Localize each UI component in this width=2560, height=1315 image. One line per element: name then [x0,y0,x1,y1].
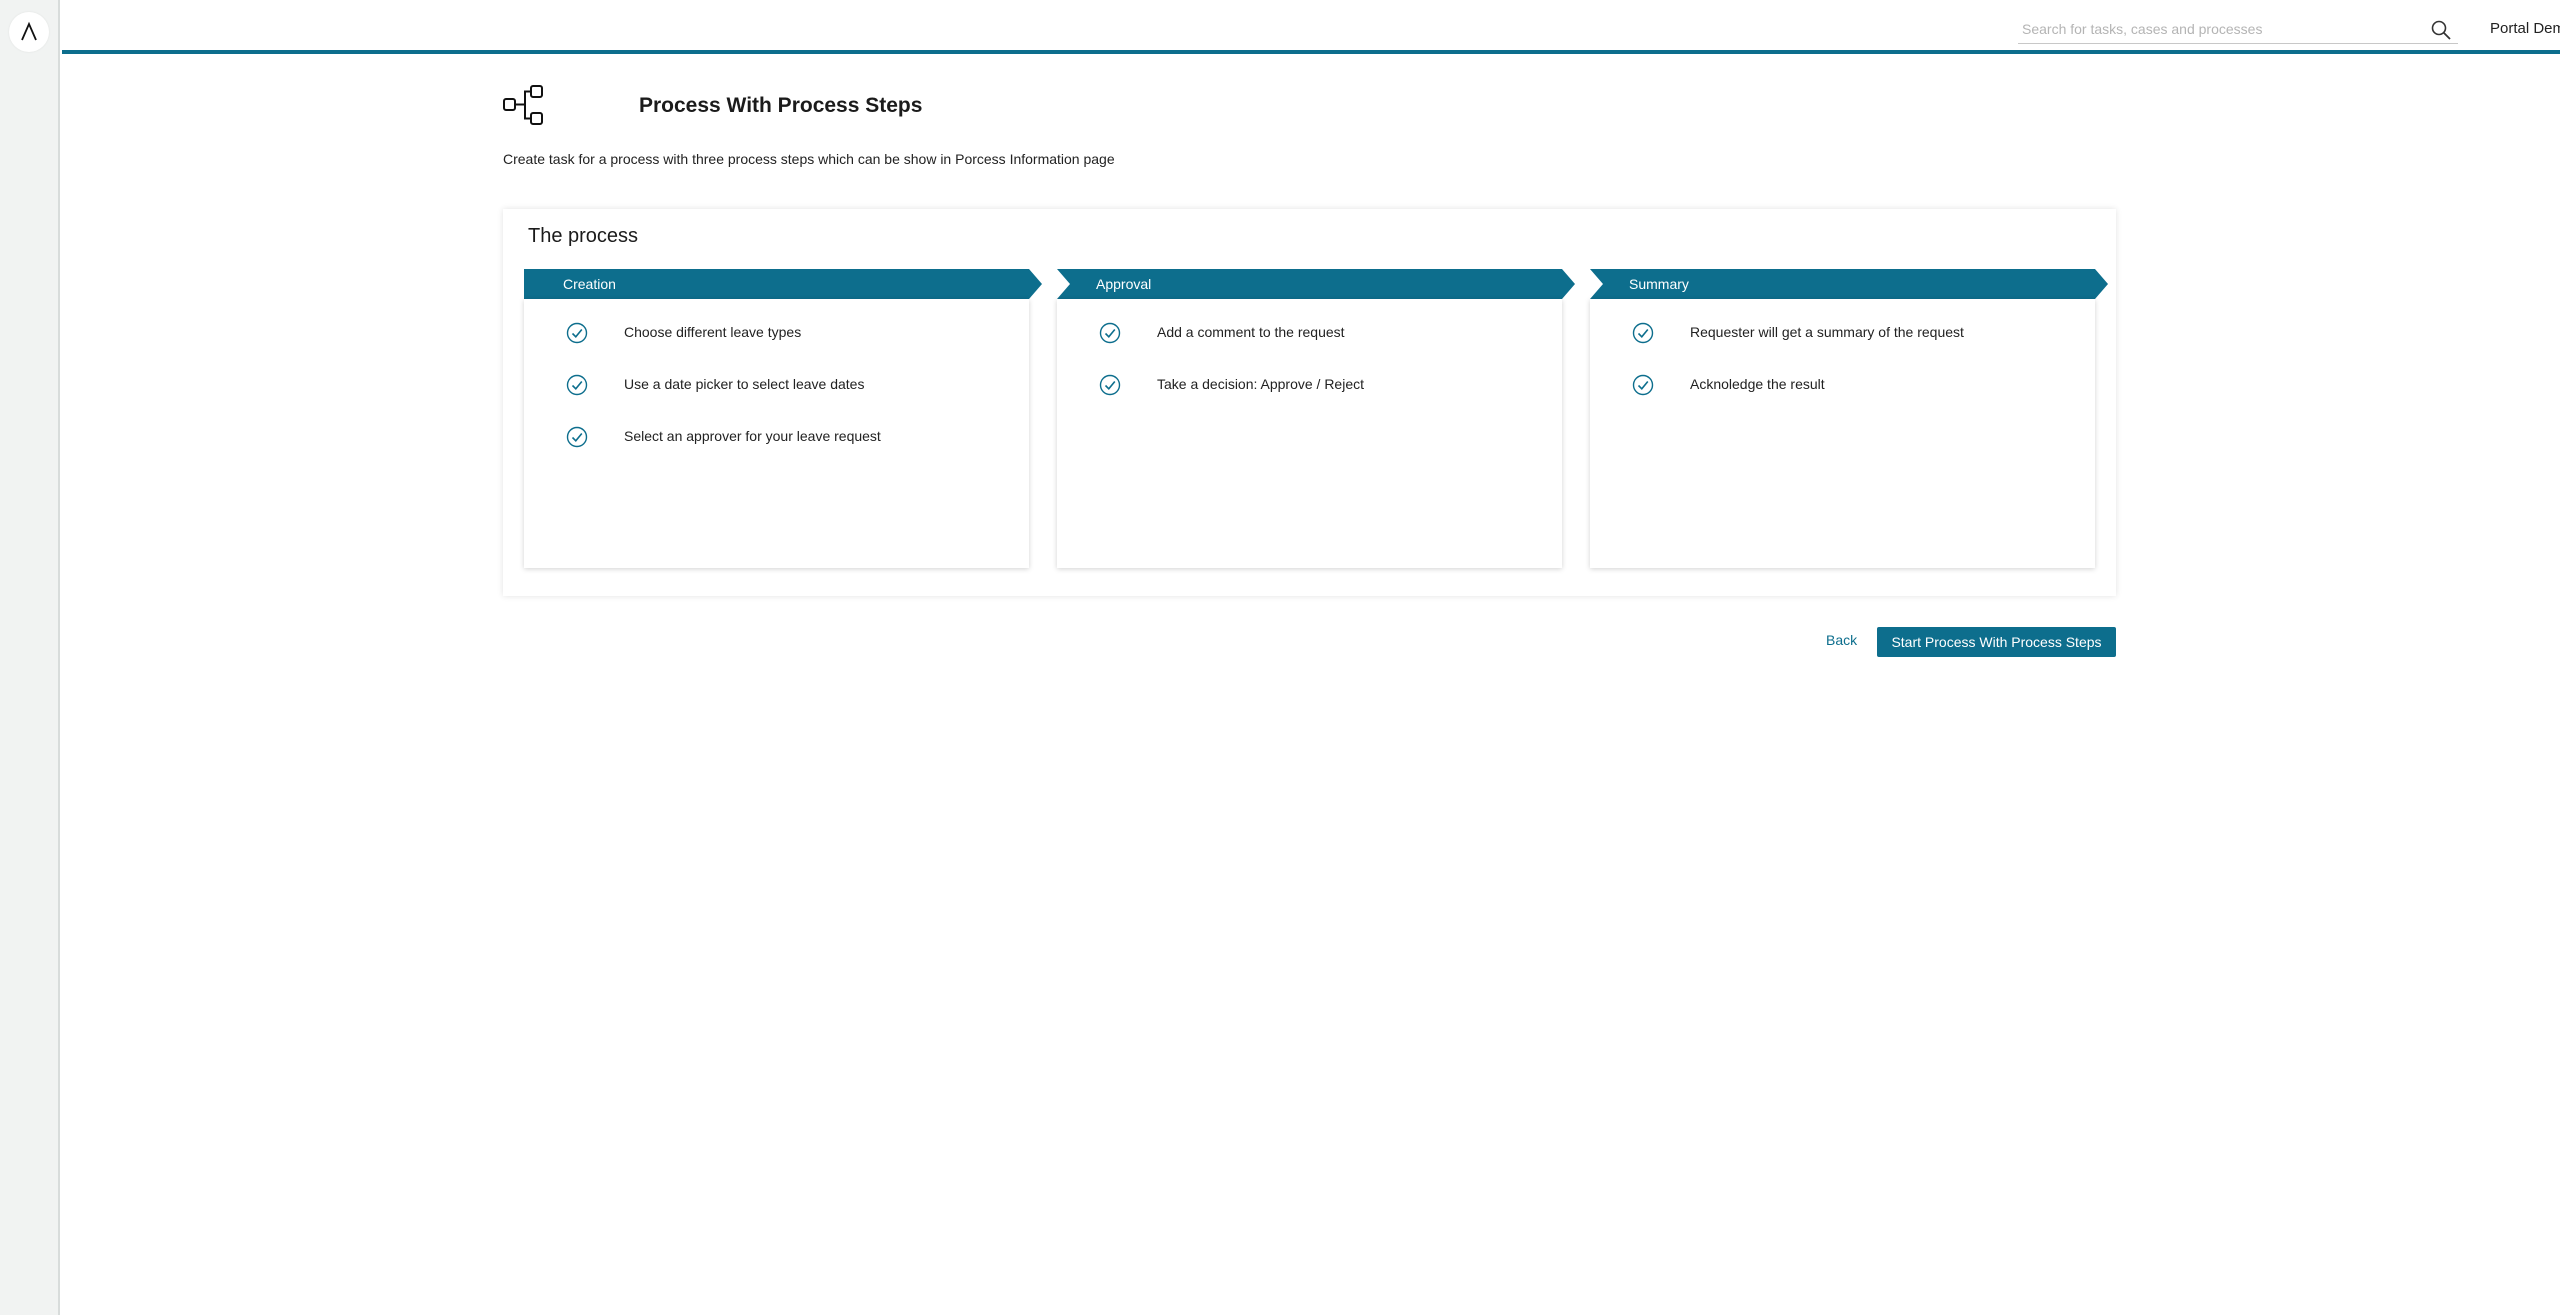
step-item-text: Choose different leave types [624,324,802,340]
logo[interactable] [9,12,49,52]
step-body: Choose different leave types Use a date … [524,299,1029,568]
step-item-text: Use a date picker to select leave dates [624,376,865,392]
step-item: Acknoledge the result [1590,369,2095,399]
step-banner: Creation [524,269,1042,299]
check-circle-icon [1099,374,1121,396]
step-label: Summary [1629,276,1689,292]
check-circle-icon [1632,322,1654,344]
step-item: Take a decision: Approve / Reject [1057,369,1562,399]
process-step-creation: Creation Choose different leave types Us… [524,269,1042,568]
search-box [2018,16,2458,44]
lambda-logo-icon [21,21,37,41]
step-item: Select an approver for your leave reques… [524,421,1029,451]
step-item: Add a comment to the request [1057,317,1562,347]
start-process-button[interactable]: Start Process With Process Steps [1877,627,2116,657]
check-circle-icon [566,374,588,396]
step-banner: Summary [1590,269,2108,299]
step-body: Add a comment to the request Take a deci… [1057,299,1562,568]
sidebar [0,0,60,1315]
check-circle-icon [566,322,588,344]
step-body: Requester will get a summary of the requ… [1590,299,2095,568]
step-item-text: Select an approver for your leave reques… [624,428,881,444]
check-circle-icon [1099,322,1121,344]
back-link[interactable]: Back [1826,632,1857,648]
user-menu[interactable]: Portal Demo User [2490,20,2560,37]
step-item-text: Requester will get a summary of the requ… [1690,324,1964,340]
process-step-summary: Summary Requester will get a summary of … [1590,269,2108,568]
check-circle-icon [1632,374,1654,396]
page-header: Process With Process Steps [503,84,2118,128]
process-card: The process Creation Choose different le… [503,209,2116,596]
check-circle-icon [566,426,588,448]
step-item: Requester will get a summary of the requ… [1590,317,2095,347]
step-banner: Approval [1057,269,1575,299]
step-label: Creation [563,276,616,292]
step-item: Choose different leave types [524,317,1029,347]
page-title: Process With Process Steps [639,94,923,117]
process-step-approval: Approval Add a comment to the request Ta… [1057,269,1575,568]
page-description: Create task for a process with three pro… [503,151,1115,167]
search-input[interactable] [2018,16,2408,42]
card-title: The process [528,225,639,247]
step-label: Approval [1096,276,1152,292]
step-item-text: Take a decision: Approve / Reject [1157,376,1365,392]
process-flow-icon [503,85,543,125]
step-item: Use a date picker to select leave dates [524,369,1029,399]
step-item-text: Acknoledge the result [1690,376,1825,392]
step-item-text: Add a comment to the request [1157,324,1345,340]
search-icon[interactable] [2430,19,2452,41]
top-bar: Portal Demo User [62,0,2560,54]
